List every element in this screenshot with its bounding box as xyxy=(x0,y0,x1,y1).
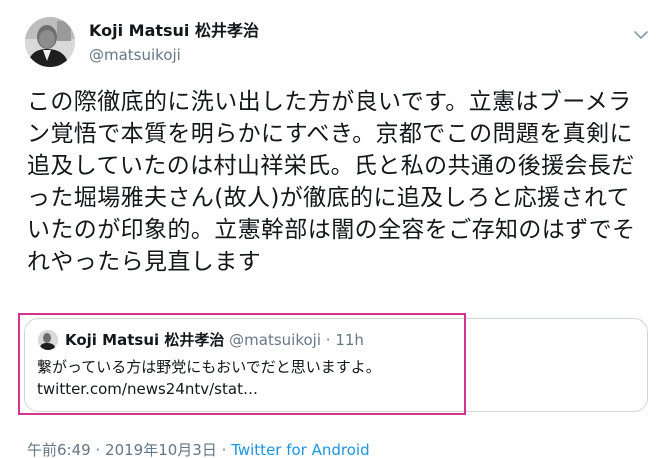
author-info: Koji Matsui 松井孝治 @matsuikoji xyxy=(89,20,259,65)
tweet-source-link[interactable]: Twitter for Android xyxy=(231,441,369,458)
quoted-tweet-text: 繋がっている方は野党にもおいでだと思いますよ。 xyxy=(37,358,381,376)
quoted-tweet[interactable]: Koji Matsui 松井孝治 @matsuikoji · 11h 繋がってい… xyxy=(24,318,648,412)
tweet-metadata: 午前6:49 · 2019年10月3日 · Twitter for Androi… xyxy=(27,439,370,458)
meta-separator: · xyxy=(221,441,227,458)
author-handle[interactable]: @matsuikoji xyxy=(89,45,259,65)
tweet-card: Koji Matsui 松井孝治 @matsuikoji この際徹底的に洗い出し… xyxy=(0,0,663,458)
avatar-photo-icon xyxy=(38,330,58,350)
quoted-timestamp: 11h xyxy=(335,331,364,349)
quoted-author-avatar xyxy=(38,330,58,350)
author-name[interactable]: Koji Matsui 松井孝治 xyxy=(89,20,259,42)
meta-separator: · xyxy=(95,441,101,458)
quoted-author-handle: @matsuikoji xyxy=(229,331,321,349)
quoted-tweet-header: Koji Matsui 松井孝治 @matsuikoji · 11h xyxy=(65,329,364,351)
author-avatar[interactable] xyxy=(25,17,75,67)
tweet-text: この際徹底的に洗い出した方が良いです。立憲はブーメラン覚悟で本質を明らかにすべき… xyxy=(27,89,636,275)
tweet-date[interactable]: 2019年10月3日 xyxy=(105,441,217,458)
tweet-time[interactable]: 午前6:49 xyxy=(27,441,91,458)
quoted-author-name: Koji Matsui 松井孝治 xyxy=(65,331,225,349)
avatar-photo-icon xyxy=(25,17,75,67)
quoted-separator: · xyxy=(325,331,331,349)
chevron-down-icon[interactable] xyxy=(632,26,650,44)
quoted-tweet-link[interactable]: twitter.com/news24ntv/stat… xyxy=(37,379,258,400)
